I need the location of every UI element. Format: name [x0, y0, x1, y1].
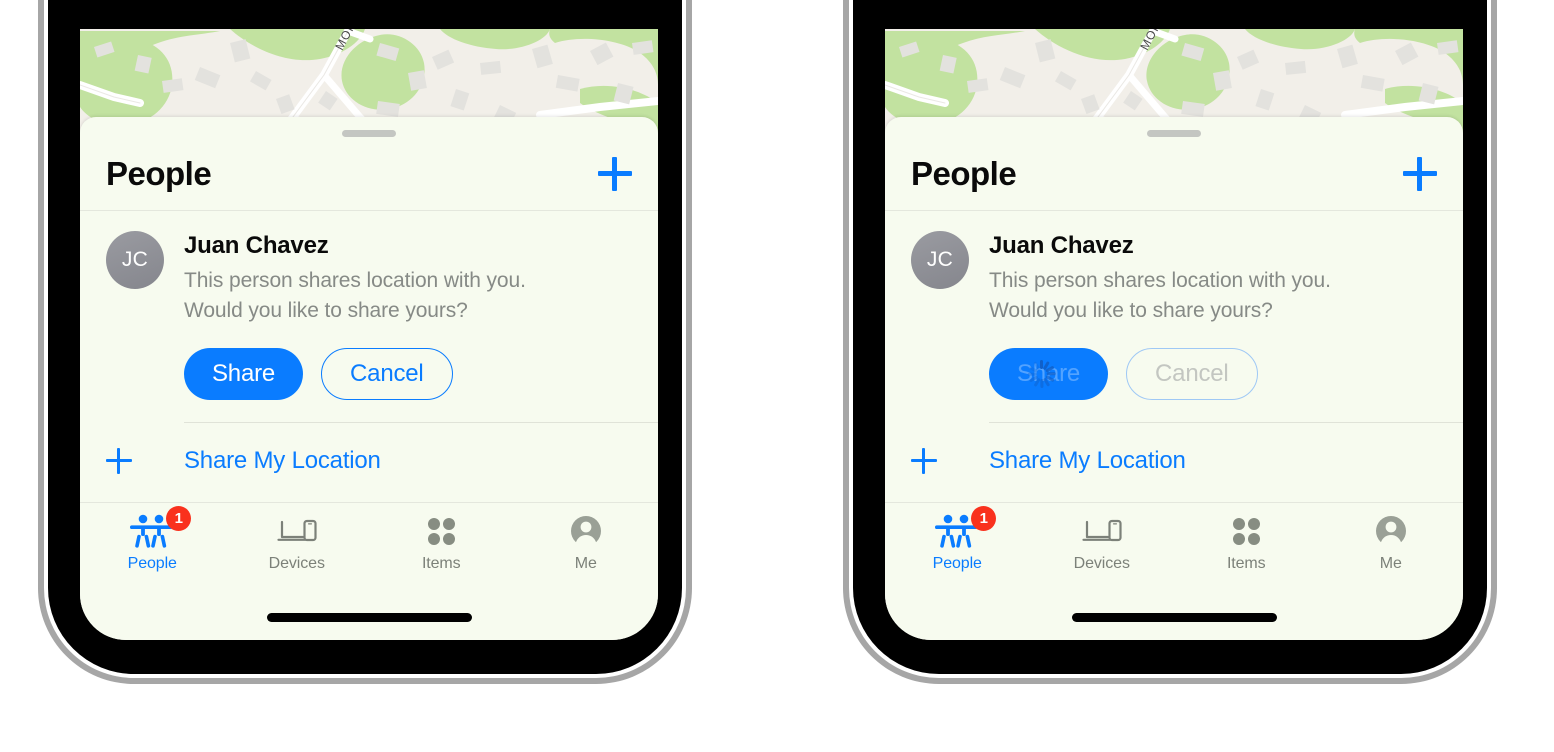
page-title: People [911, 154, 1017, 192]
tab-people[interactable]: 1 People [80, 506, 225, 573]
share-button[interactable]: Share [989, 347, 1109, 400]
cancel-button[interactable]: Cancel [321, 347, 453, 400]
share-my-location-row[interactable]: Share My Location [885, 423, 1463, 499]
screenshot-stage: MOREH People JC Juan Chavez This person … [0, 0, 1554, 752]
tab-me-label: Me [1379, 555, 1402, 572]
avatar: JC [911, 231, 969, 289]
share-my-location-label: Share My Location [184, 446, 381, 474]
person-circle-icon [1374, 512, 1408, 550]
tab-people-label: People [127, 555, 177, 572]
action-buttons: Share Cancel [989, 347, 1437, 400]
laptop-phone-glyph [277, 519, 317, 542]
cancel-button[interactable]: Cancel [1126, 347, 1258, 400]
home-indicator-area [885, 594, 1463, 640]
sheet-grabber-handle[interactable] [342, 130, 396, 137]
home-indicator-area [80, 594, 658, 640]
tab-items-label: Items [421, 555, 461, 572]
plus-icon [911, 447, 937, 474]
tab-devices[interactable]: Devices [225, 512, 370, 573]
four-dots-icon [1229, 512, 1263, 550]
four-dots-glyph [428, 518, 456, 545]
tab-bar: 1 People Devices Items Me [885, 502, 1463, 594]
person-name: Juan Chavez [184, 232, 329, 259]
tab-devices[interactable]: Devices [1030, 512, 1175, 573]
person-message-line-1: This person shares location with you. [184, 269, 526, 292]
sheet-grabber-handle[interactable] [1147, 130, 1201, 137]
person-row: JC Juan Chavez This person shares locati… [885, 211, 1463, 400]
laptop-phone-icon [1079, 512, 1125, 550]
cancel-button-label: Cancel [350, 359, 424, 387]
person-message-line-2: Would you like to share yours? [989, 298, 1273, 322]
phone-mockup-left: MOREH People JC Juan Chavez This person … [38, 0, 692, 684]
phone-screen-right: MOREH People JC Juan Chavez This person … [885, 29, 1463, 640]
tab-me-label: Me [574, 555, 597, 572]
laptop-phone-icon [274, 512, 320, 550]
plus-icon [106, 447, 132, 474]
loading-spinner-icon [1027, 359, 1057, 389]
laptop-phone-glyph [1082, 519, 1122, 542]
action-buttons: Share Cancel [184, 347, 632, 400]
avatar: JC [106, 231, 164, 289]
share-my-location-label: Share My Location [989, 446, 1186, 474]
person-row: JC Juan Chavez This person shares locati… [80, 211, 658, 400]
share-my-location-row[interactable]: Share My Location [80, 423, 658, 499]
plus-icon[interactable] [598, 156, 632, 191]
two-people-icon: 1 [129, 506, 192, 550]
home-indicator[interactable] [1071, 612, 1277, 622]
home-indicator[interactable] [266, 612, 472, 622]
tab-items-label: Items [1226, 555, 1266, 572]
four-dots-icon [424, 512, 458, 550]
phone-mockup-right: MOREH People JC Juan Chavez This person … [843, 0, 1497, 684]
person-circle-glyph [570, 516, 601, 547]
plus-icon[interactable] [1403, 156, 1437, 191]
tab-items[interactable]: Items [369, 512, 514, 573]
tab-bar: 1 People Devices Items Me [80, 502, 658, 594]
cancel-button-label: Cancel [1155, 359, 1229, 387]
person-circle-icon [569, 512, 603, 550]
person-name: Juan Chavez [989, 232, 1134, 259]
two-people-icon: 1 [934, 506, 997, 550]
tab-devices-label: Devices [1073, 555, 1130, 572]
share-button[interactable]: Share [184, 347, 304, 400]
people-sheet: People JC Juan Chavez This person shares… [80, 117, 658, 640]
tab-items[interactable]: Items [1174, 512, 1319, 573]
tab-devices-label: Devices [268, 555, 325, 572]
person-message-line-1: This person shares location with you. [989, 269, 1331, 292]
page-title: People [106, 154, 212, 192]
person-message-line-2: Would you like to share yours? [184, 298, 468, 322]
tab-people-label: People [932, 555, 982, 572]
share-button-label: Share [212, 359, 276, 387]
sheet-header: People [885, 137, 1463, 211]
tab-me[interactable]: Me [1319, 512, 1464, 573]
phone-screen-left: MOREH People JC Juan Chavez This person … [80, 29, 658, 640]
four-dots-glyph [1233, 518, 1261, 545]
status-badge: 1 [971, 506, 997, 531]
person-details: Juan Chavez This person shares location … [989, 231, 1437, 400]
status-badge: 1 [166, 506, 192, 531]
people-sheet: People JC Juan Chavez This person shares… [885, 117, 1463, 640]
person-details: Juan Chavez This person shares location … [184, 231, 632, 400]
tab-me[interactable]: Me [514, 512, 659, 573]
person-circle-glyph [1375, 516, 1406, 547]
sheet-header: People [80, 137, 658, 211]
tab-people[interactable]: 1 People [885, 506, 1030, 573]
